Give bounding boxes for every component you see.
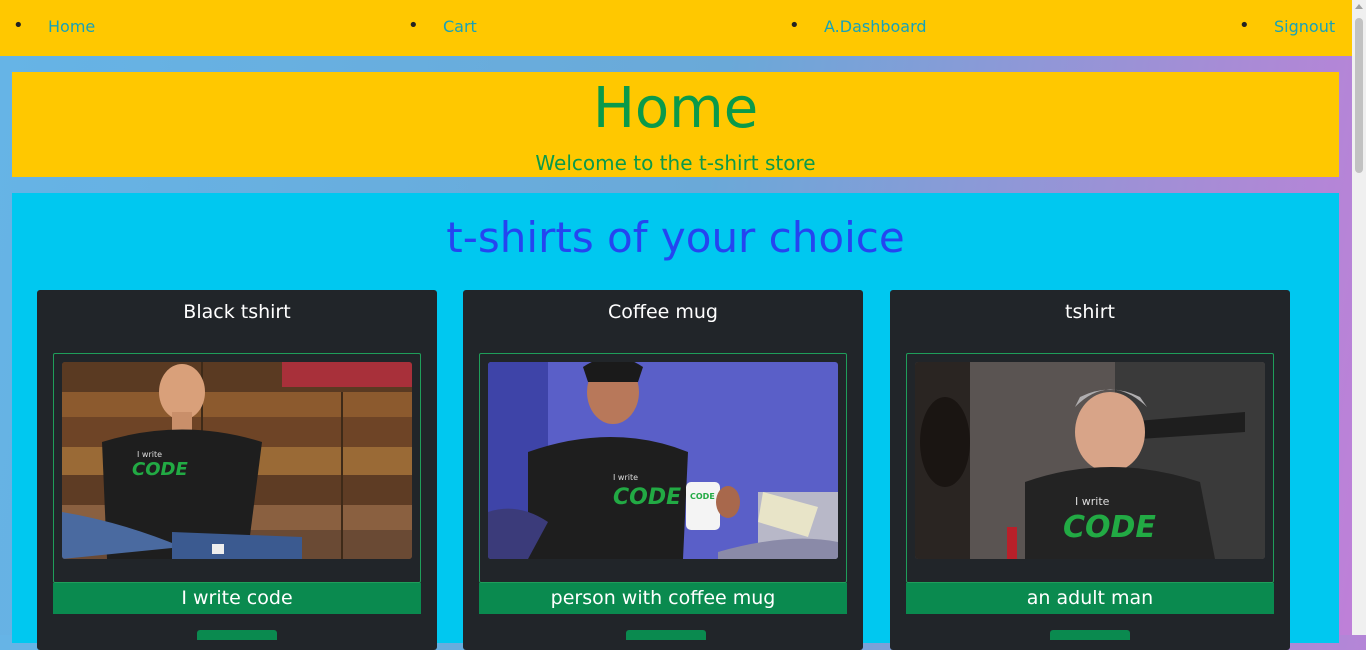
add-to-cart-button[interactable] [626,630,706,640]
navbar: • Home • Cart • A.Dashboard • Signout [0,0,1352,56]
product-caption: an adult man [906,583,1274,614]
product-image-frame: I write CODE [906,353,1274,583]
bullet-icon: • [13,15,24,36]
product-image: I write CODE [915,362,1265,559]
nav-item-dashboard[interactable]: • A.Dashboard [789,17,927,37]
product-image: I write CODE CODE [488,362,838,559]
jumbotron: Home Welcome to the t-shirt store [12,72,1339,177]
add-to-cart-button[interactable] [1050,630,1130,640]
product-image-frame: I write CODE CODE [479,353,847,583]
scroll-up-icon[interactable] [1355,4,1363,9]
products-section: t-shirts of your choice Black tshirt I w… [12,193,1339,650]
product-title: Coffee mug [607,301,718,323]
bullet-icon: • [789,15,800,36]
product-title: Black tshirt [183,301,291,323]
bullet-icon: • [1239,15,1250,36]
svg-text:I write: I write [137,450,162,459]
add-to-cart-button[interactable] [197,630,277,640]
nav-item-cart[interactable]: • Cart [408,17,477,37]
scroll-thumb[interactable] [1355,18,1363,173]
product-title: tshirt [1065,301,1115,323]
bullet-icon: • [408,15,419,36]
nav-item-signout[interactable]: • Signout [1239,17,1335,37]
product-image: I write CODE [62,362,412,559]
product-caption: I write code [53,583,421,614]
svg-text:CODE: CODE [132,459,188,480]
nav-link-dashboard[interactable]: A.Dashboard [824,17,927,36]
svg-text:CODE: CODE [1063,510,1156,545]
page-subtitle: Welcome to the t-shirt store [535,151,816,175]
nav-link-cart[interactable]: Cart [443,17,477,36]
vertical-scrollbar[interactable] [1352,0,1366,635]
svg-text:I write: I write [1075,495,1110,508]
nav-link-home[interactable]: Home [48,17,95,36]
product-caption: person with coffee mug [479,583,847,614]
nav-link-signout[interactable]: Signout [1274,17,1335,36]
section-heading: t-shirts of your choice [446,213,905,262]
product-card: Coffee mug I write CODE CODE person with… [463,290,863,650]
product-card: tshirt I write CODE an adult man [890,290,1290,650]
product-card: Black tshirt I write CODE I write code [37,290,437,650]
page-title: Home [592,76,759,141]
nav-item-home[interactable]: • Home [13,17,95,37]
svg-text:CODE: CODE [613,485,681,510]
product-image-frame: I write CODE [53,353,421,583]
svg-text:I write: I write [613,473,638,482]
svg-text:CODE: CODE [690,492,715,501]
